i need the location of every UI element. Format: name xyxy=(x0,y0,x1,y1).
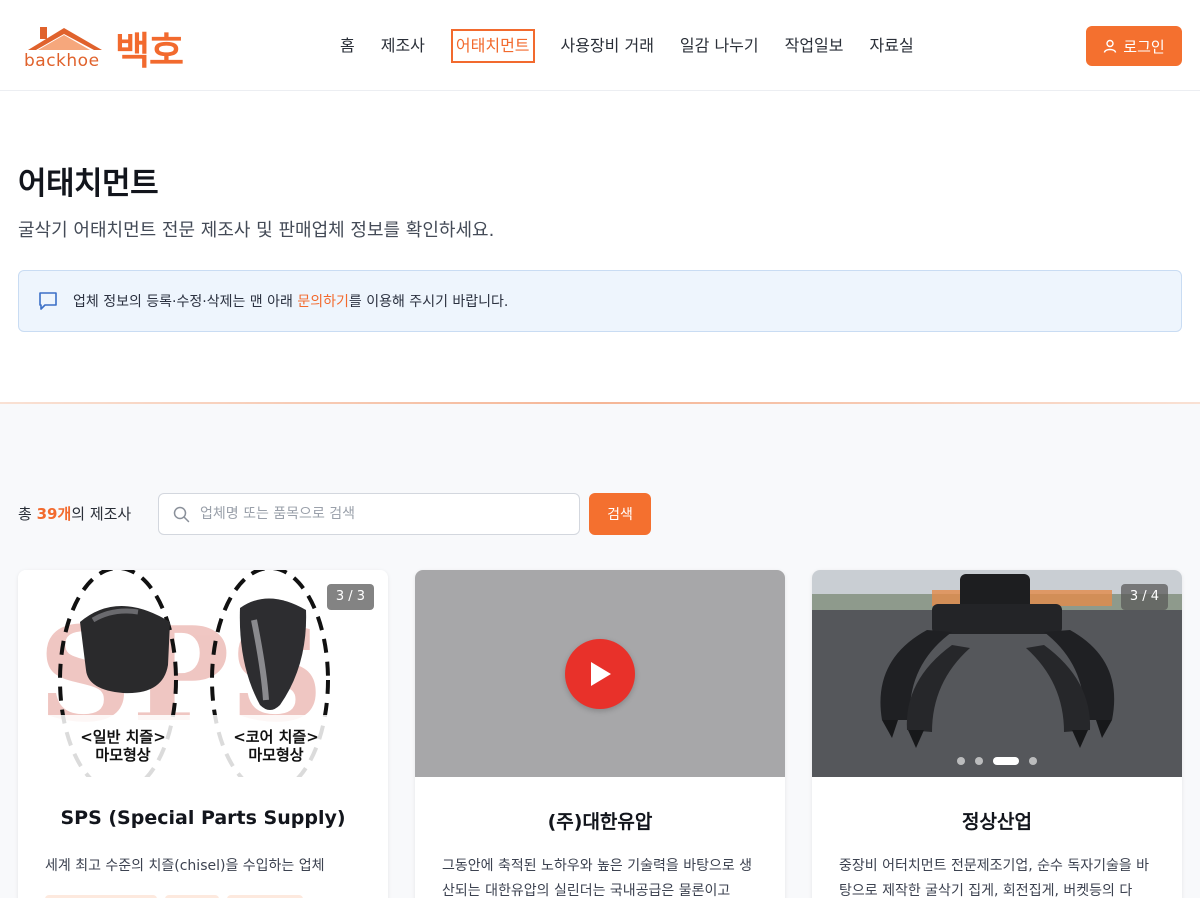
card-description: 세계 최고 수준의 치즐(chisel)을 수입하는 업체 xyxy=(45,858,325,874)
carousel-dot[interactable] xyxy=(181,757,189,765)
main-nav: 홈 제조사 어태치먼트 사용장비 거래 일감 나누기 작업일보 자료실 xyxy=(340,28,940,64)
card-image-carousel[interactable]: SPS <일반 치즐> 마모형상 <코어 치즐> 마모형상 3 / 3 xyxy=(18,570,388,777)
card-title[interactable]: (주)대한유압 xyxy=(415,807,785,834)
nav-work-log[interactable]: 작업일보 xyxy=(785,29,844,63)
nav-attachments[interactable]: 어태치먼트 xyxy=(450,29,535,63)
contact-link[interactable]: 문의하기 xyxy=(297,294,349,310)
logo-text-en: backhoe xyxy=(24,51,100,71)
login-button[interactable]: 로그인 xyxy=(1086,26,1182,66)
count-prefix: 총 xyxy=(18,505,37,523)
carousel-dot[interactable] xyxy=(975,757,983,765)
card-title[interactable]: 정상산업 xyxy=(812,807,1182,834)
card-title[interactable]: SPS (Special Parts Supply) xyxy=(18,807,388,829)
search-button[interactable]: 검색 xyxy=(589,493,651,535)
notice-text-after: 를 이용해 주시기 바랍니다. xyxy=(348,294,509,310)
image-counter-badge: 3 / 3 xyxy=(326,584,374,610)
carousel-dot[interactable] xyxy=(957,757,965,765)
card-description: 그동안에 축적된 노하우와 높은 기술력을 바탕으로 생산되는 대한유압의 실린… xyxy=(442,858,753,898)
page-subtitle: 굴삭기 어태치먼트 전문 제조사 및 판매업체 정보를 확인하세요. xyxy=(18,220,495,241)
result-count: 총 39개의 제조사 xyxy=(18,503,131,524)
manufacturer-card[interactable]: SPS <일반 치즐> 마모형상 <코어 치즐> 마모형상 3 / 3 SPS … xyxy=(18,570,388,898)
house-logo-icon xyxy=(28,27,102,50)
image-counter-badge: 3 / 4 xyxy=(1120,584,1168,610)
count-suffix: 의 제조사 xyxy=(71,505,132,523)
search-icon xyxy=(173,506,190,522)
nav-resources[interactable]: 자료실 xyxy=(870,29,914,63)
message-icon xyxy=(39,292,57,310)
count-value: 39개 xyxy=(36,505,72,523)
carousel-dot-active[interactable] xyxy=(199,757,225,765)
card-description: 중장비 어터치먼트 전문제조기업, 순수 독자기술을 바탕으로 제작한 굴삭기 … xyxy=(839,858,1150,898)
page-title: 어태치먼트 xyxy=(18,166,159,202)
carousel-dot[interactable] xyxy=(1029,757,1037,765)
section-divider xyxy=(0,402,1200,404)
notice-banner: 업체 정보의 등록·수정·삭제는 맨 아래 문의하기를 이용해 주시기 바랍니다… xyxy=(18,270,1182,332)
play-button[interactable] xyxy=(565,639,635,709)
carousel-dot-active[interactable] xyxy=(993,757,1019,765)
carousel-dots xyxy=(812,757,1182,765)
nav-used-equipment[interactable]: 사용장비 거래 xyxy=(561,29,654,63)
login-label: 로그인 xyxy=(1123,37,1165,56)
logo-text-ko: 백호 xyxy=(115,29,184,73)
card-image-carousel[interactable]: 3 / 4 xyxy=(812,570,1182,777)
manufacturer-card[interactable]: 3 / 4 정상산업 중장비 어터치먼트 전문제조기업, 순수 독자기술을 바탕… xyxy=(812,570,1182,898)
play-icon xyxy=(591,662,611,686)
nav-job-sharing[interactable]: 일감 나누기 xyxy=(680,29,759,63)
card-video-thumbnail[interactable] xyxy=(415,570,785,777)
site-logo[interactable]: backhoe 백호 xyxy=(22,20,197,73)
manufacturer-card[interactable]: (주)대한유압 그동안에 축적된 노하우와 높은 기술력을 바탕으로 생산되는 … xyxy=(415,570,785,898)
caption-normal-chisel: <일반 치즐> xyxy=(80,728,166,746)
nav-home[interactable]: 홈 xyxy=(340,29,355,63)
notice-text-before: 업체 정보의 등록·수정·삭제는 맨 아래 xyxy=(73,294,298,310)
user-icon xyxy=(1104,39,1117,53)
caption-core-chisel: <코어 치즐> xyxy=(233,728,319,746)
carousel-dots xyxy=(18,757,388,765)
site-header: backhoe 백호 홈 제조사 어태치먼트 사용장비 거래 일감 나누기 작업… xyxy=(0,0,1200,91)
search-input[interactable] xyxy=(200,506,560,522)
nav-manufacturers[interactable]: 제조사 xyxy=(381,29,425,63)
notice-text: 업체 정보의 등록·수정·삭제는 맨 아래 문의하기를 이용해 주시기 바랍니다… xyxy=(73,291,508,311)
search-box xyxy=(158,493,580,535)
